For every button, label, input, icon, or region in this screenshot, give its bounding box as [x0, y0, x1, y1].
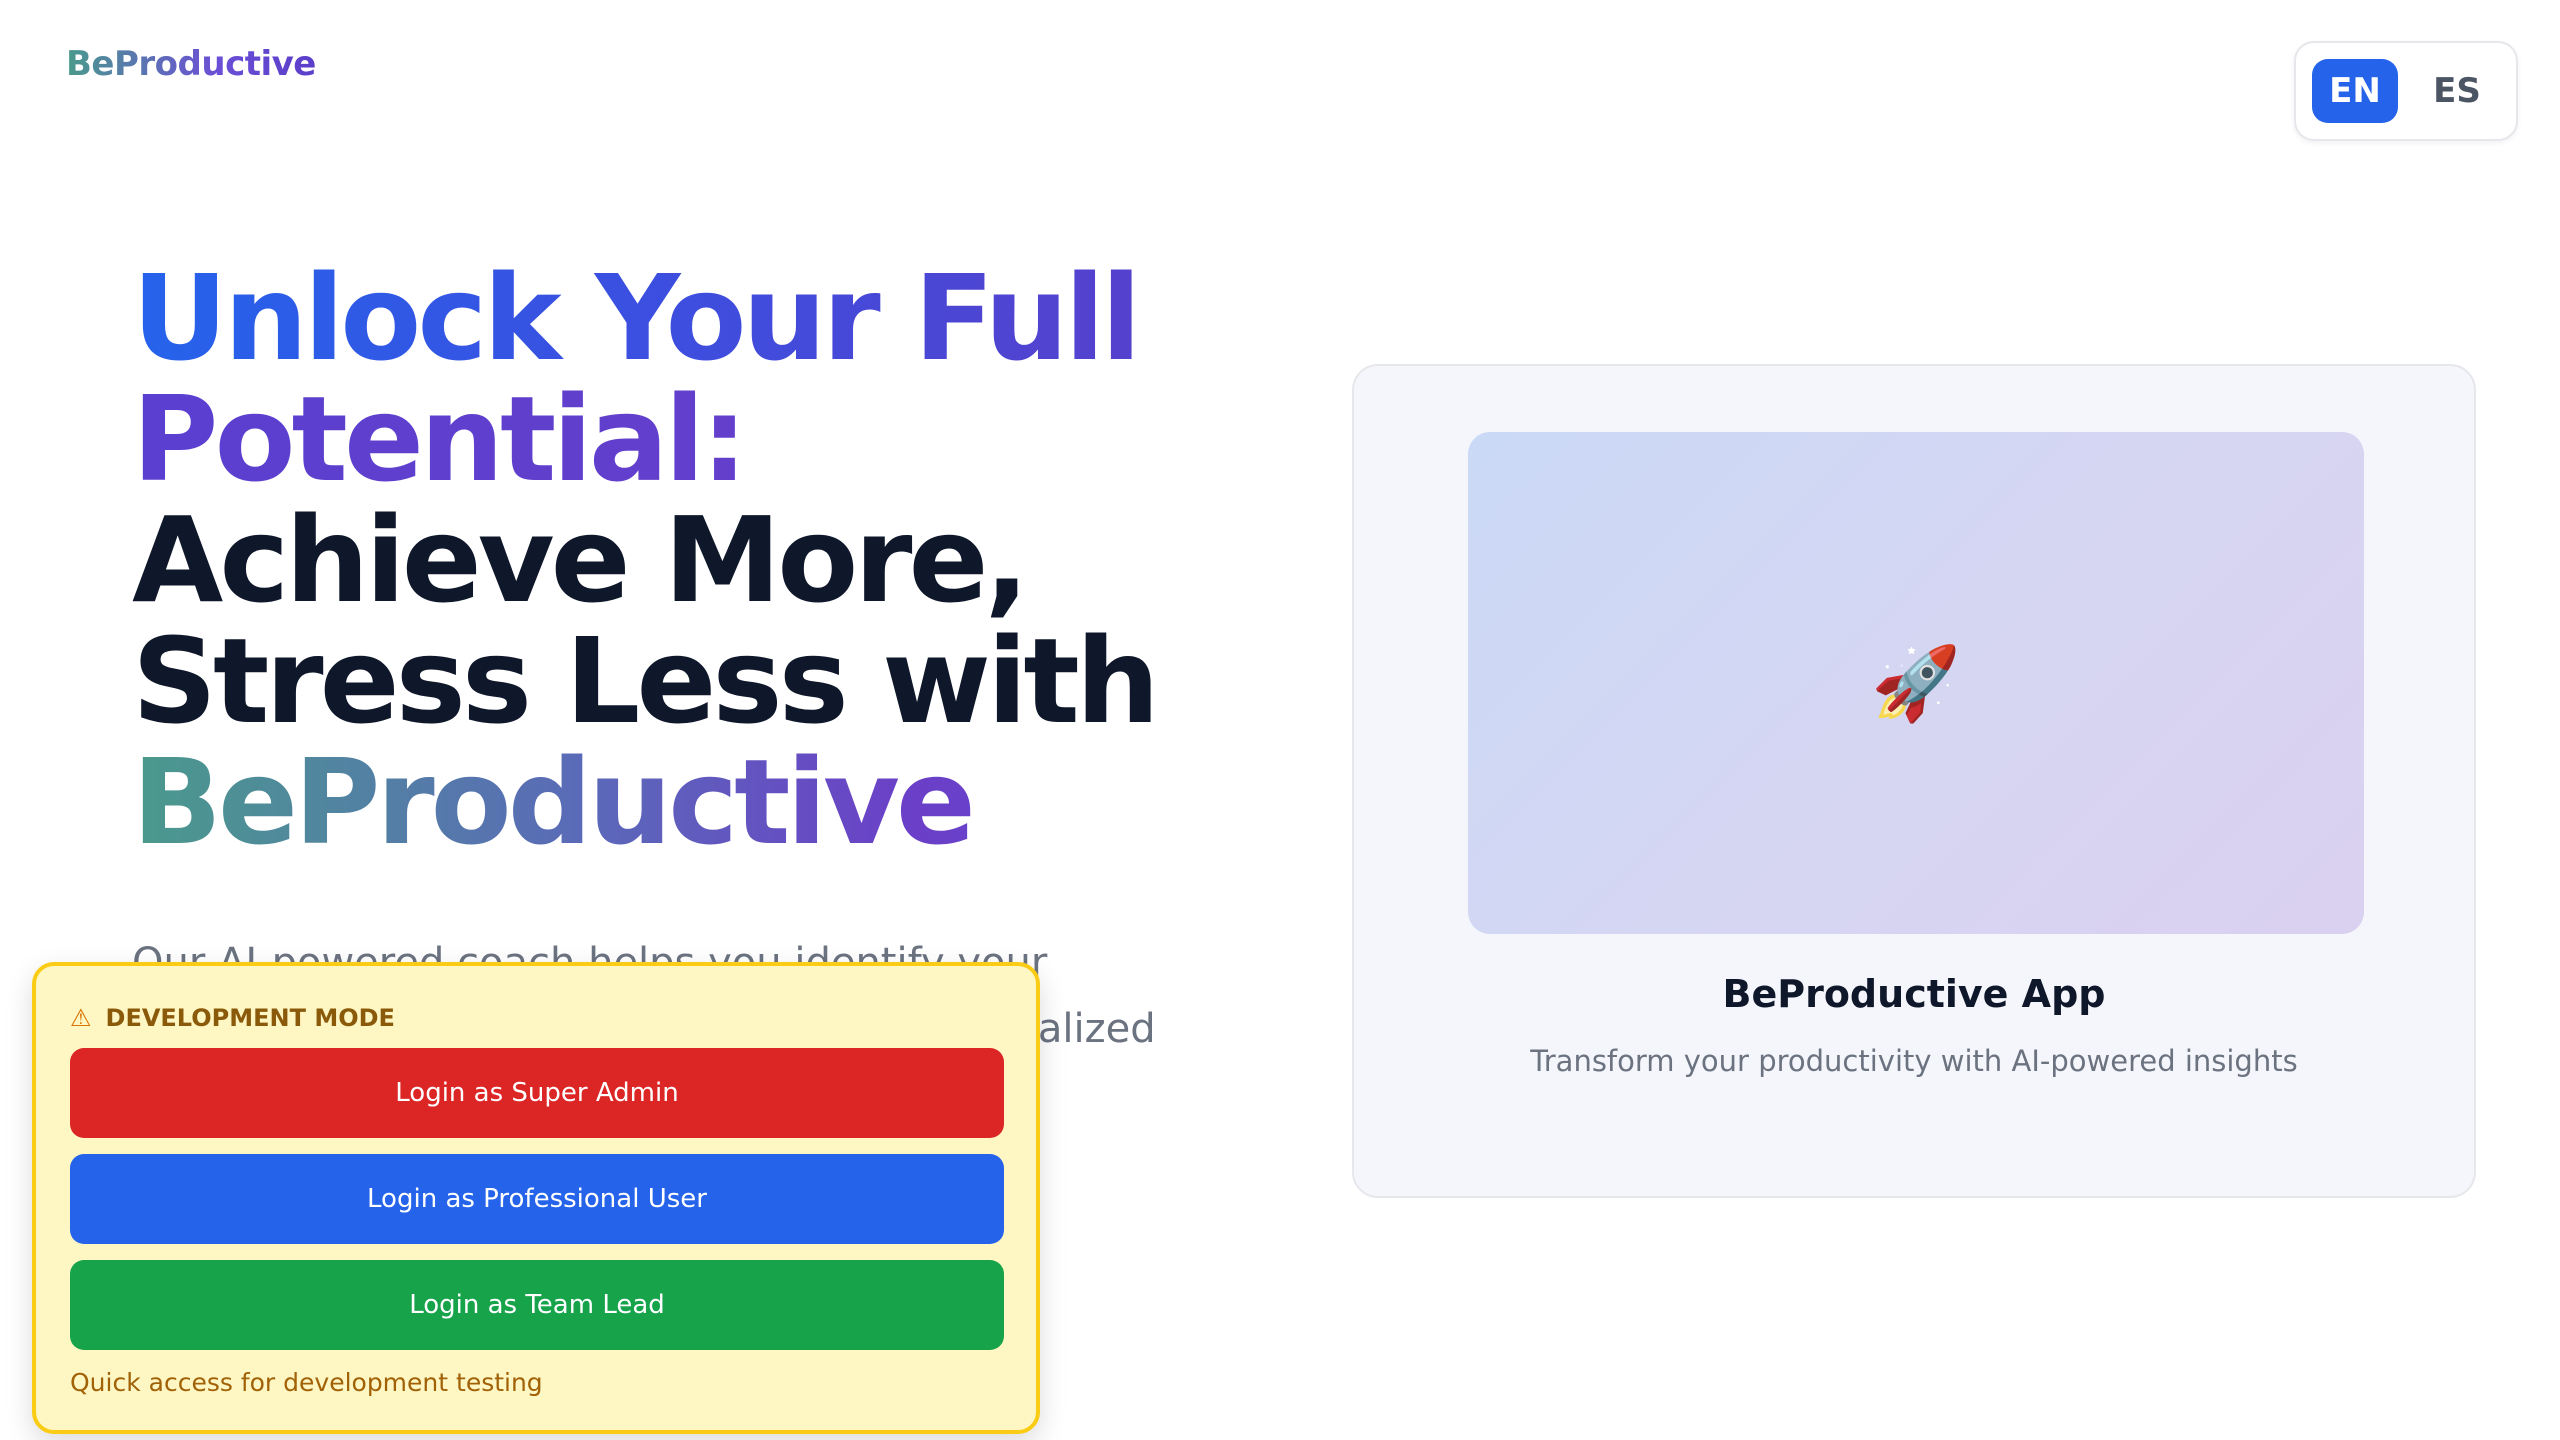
dev-mode-panel: ⚠ DEVELOPMENT MODE Login as Super Admin … — [32, 962, 1040, 1434]
hero-title-line-5: BeProductive — [132, 742, 1252, 863]
lang-es-button[interactable]: ES — [2414, 59, 2500, 123]
rocket-icon: 🚀 — [1871, 641, 1961, 725]
app-preview-description: Transform your productivity with AI-powe… — [1530, 1044, 2298, 1078]
dev-mode-header: ⚠ DEVELOPMENT MODE — [70, 1004, 395, 1032]
hero-title-line-1: Unlock Your Full — [132, 258, 1252, 379]
language-switcher: EN ES — [2294, 41, 2518, 141]
dev-mode-label: DEVELOPMENT MODE — [105, 1004, 395, 1032]
login-professional-user-button[interactable]: Login as Professional User — [70, 1154, 1004, 1244]
hero-title: Unlock Your Full Potential: Achieve More… — [132, 258, 1252, 863]
hero-title-line-2: Potential: — [132, 379, 1252, 500]
hero-title-line-4: Stress Less with — [132, 612, 1160, 750]
app-preview-title: BeProductive App — [1722, 972, 2106, 1016]
login-super-admin-button[interactable]: Login as Super Admin — [70, 1048, 1004, 1138]
app-preview-card: 🚀 BeProductive App Transform your produc… — [1352, 364, 2476, 1198]
login-team-lead-button[interactable]: Login as Team Lead — [70, 1260, 1004, 1350]
app-preview-image: 🚀 — [1468, 432, 2364, 934]
warning-icon: ⚠ — [70, 1004, 92, 1032]
dev-mode-note: Quick access for development testing — [70, 1368, 543, 1397]
hero-title-line-3: Achieve More, — [132, 491, 1029, 629]
brand-logo[interactable]: BeProductive — [66, 44, 316, 84]
lang-en-button[interactable]: EN — [2312, 59, 2398, 123]
